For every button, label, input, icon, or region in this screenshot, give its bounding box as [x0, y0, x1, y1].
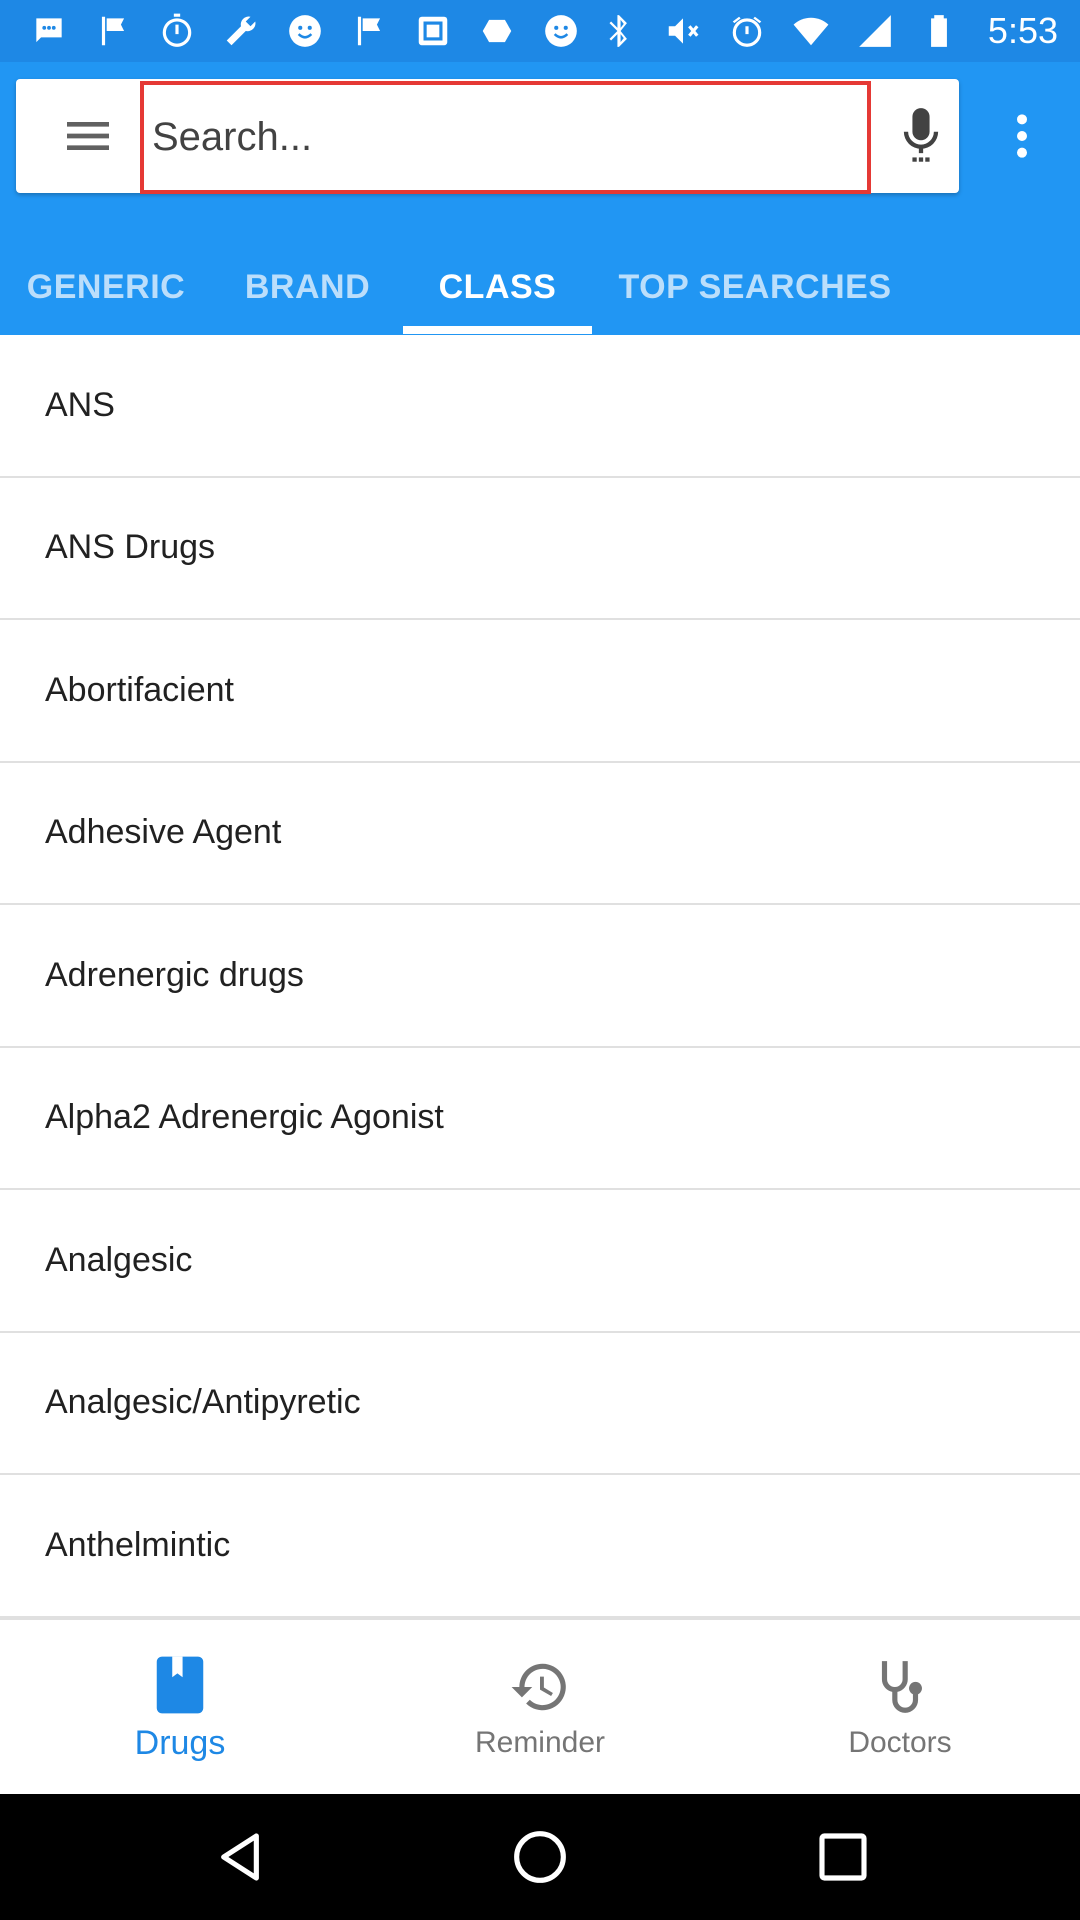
nav-doctors[interactable]: Doctors	[720, 1620, 1080, 1796]
nav-drugs[interactable]: Drugs	[0, 1620, 360, 1796]
bluetooth-icon	[598, 10, 640, 52]
bottom-navigation: Drugs Reminder Doctors	[0, 1618, 1080, 1794]
history-icon	[511, 1663, 566, 1711]
active-tab-indicator	[403, 326, 592, 334]
more-options-button[interactable]	[990, 79, 1054, 193]
alarm-icon	[726, 10, 768, 52]
microphone-icon	[903, 108, 939, 162]
tab-class[interactable]: CLASS	[403, 240, 592, 335]
flag-icon	[92, 10, 134, 52]
signal-icon	[854, 10, 896, 52]
nav-doctors-label: Doctors	[848, 1726, 952, 1759]
list-item[interactable]: Adhesive Agent	[0, 763, 1080, 905]
list-item[interactable]: Abortifacient	[0, 620, 1080, 763]
list-item[interactable]: Analgesic/Antipyretic	[0, 1333, 1080, 1475]
search-bar	[16, 79, 960, 194]
tab-top-searches[interactable]: TOP SEARCHES	[592, 240, 918, 335]
status-time: 5:53	[987, 10, 1058, 51]
recents-square-icon	[819, 1833, 867, 1881]
status-left-icons	[28, 10, 582, 52]
nav-drugs-label: Drugs	[134, 1723, 226, 1762]
home-circle-icon	[514, 1831, 566, 1883]
tab-bar: GENERIC BRAND CLASS TOP SEARCHES	[0, 240, 1080, 335]
back-button[interactable]	[200, 1817, 280, 1897]
vpn-icon	[476, 10, 518, 52]
app-bar: GENERIC BRAND CLASS TOP SEARCHES	[0, 62, 1080, 335]
class-list: ANS ANS Drugs Abortifacient Adhesive Age…	[0, 335, 1080, 1618]
search-input[interactable]	[140, 81, 871, 194]
home-button[interactable]	[500, 1817, 580, 1897]
flag-icon	[348, 10, 390, 52]
smiley-icon	[540, 10, 582, 52]
nav-reminder-label: Reminder	[474, 1726, 606, 1759]
list-item[interactable]: Analgesic	[0, 1190, 1080, 1333]
system-navigation-bar	[0, 1794, 1080, 1920]
list-item[interactable]: Anthelmintic	[0, 1475, 1080, 1618]
smiley-icon	[284, 10, 326, 52]
back-triangle-icon	[221, 1833, 259, 1881]
wrench-icon	[220, 10, 262, 52]
more-vert-icon	[1017, 114, 1027, 158]
stethoscope-icon	[881, 1661, 922, 1713]
battery-icon	[918, 10, 960, 52]
timer-icon	[156, 10, 198, 52]
nav-reminder[interactable]: Reminder	[360, 1620, 720, 1796]
wifi-icon	[790, 10, 832, 52]
recents-button[interactable]	[803, 1817, 883, 1897]
chat-icon	[28, 10, 70, 52]
voice-search-button[interactable]	[882, 97, 960, 175]
hamburger-menu-icon	[67, 122, 109, 150]
menu-button[interactable]	[32, 93, 144, 179]
status-right-icons: 5:53	[598, 10, 1058, 52]
list-item[interactable]: ANS	[0, 335, 1080, 478]
tab-brand[interactable]: BRAND	[212, 240, 403, 335]
list-item[interactable]: Adrenergic drugs	[0, 905, 1080, 1048]
mute-icon	[662, 10, 704, 52]
list-item[interactable]: Alpha2 Adrenergic Agonist	[0, 1048, 1080, 1190]
tab-generic[interactable]: GENERIC	[0, 240, 212, 335]
status-bar: 5:53	[0, 0, 1080, 62]
qr-icon	[412, 10, 454, 52]
book-icon	[156, 1656, 204, 1713]
list-item[interactable]: ANS Drugs	[0, 478, 1080, 620]
